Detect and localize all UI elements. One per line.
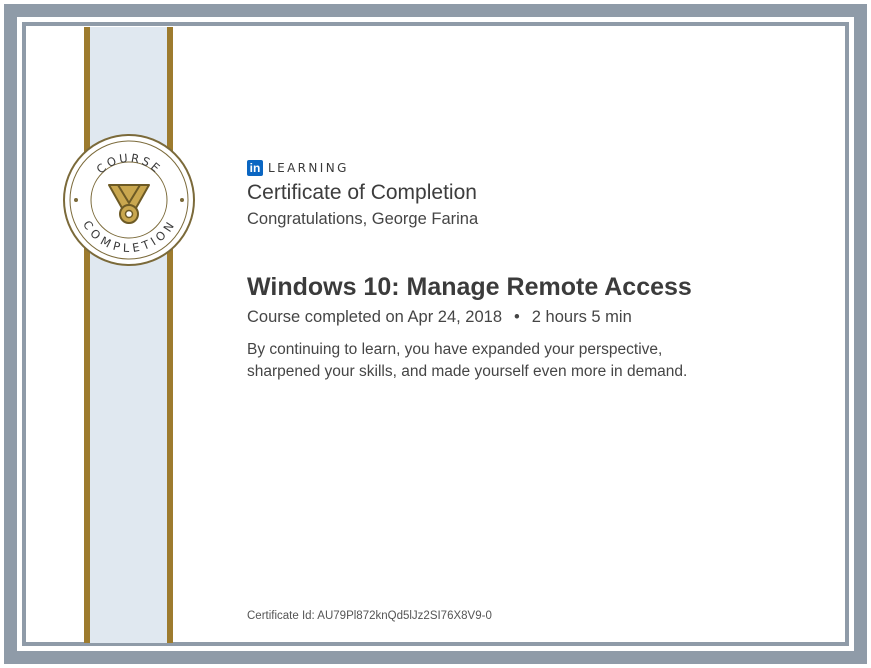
certificate-content: in LEARNING Certificate of Completion Co… bbox=[247, 159, 827, 383]
ribbon-stripe bbox=[84, 27, 173, 643]
congratulations-line: Congratulations, George Farina bbox=[247, 210, 479, 228]
seal-dot-right bbox=[180, 198, 184, 202]
encouragement-message: By continuing to learn, you have expande… bbox=[247, 341, 688, 380]
linkedin-logo-icon: in bbox=[247, 160, 263, 176]
course-meta: Course completed on Apr 24, 2018 • 2 hours… bbox=[247, 305, 827, 329]
completion-date: Course completed on Apr 24, 2018 bbox=[247, 308, 503, 326]
seal-dot-left bbox=[74, 198, 78, 202]
course-completion-seal: COURSE COMPLETION bbox=[62, 133, 196, 267]
linkedin-learning-brand: in LEARNING bbox=[247, 159, 827, 177]
course-duration: 2 hours 5 min bbox=[531, 308, 632, 326]
certificate-title: Certificate of Completion bbox=[247, 181, 477, 204]
meta-separator: • bbox=[514, 308, 520, 326]
certificate-id: Certificate Id: AU79Pl872knQd5lJz2SI76X8… bbox=[247, 610, 492, 622]
seal-graphic: COURSE COMPLETION bbox=[63, 134, 195, 266]
course-title: Windows 10: Manage Remote Access bbox=[247, 273, 692, 301]
brand-name: LEARNING bbox=[268, 161, 349, 175]
